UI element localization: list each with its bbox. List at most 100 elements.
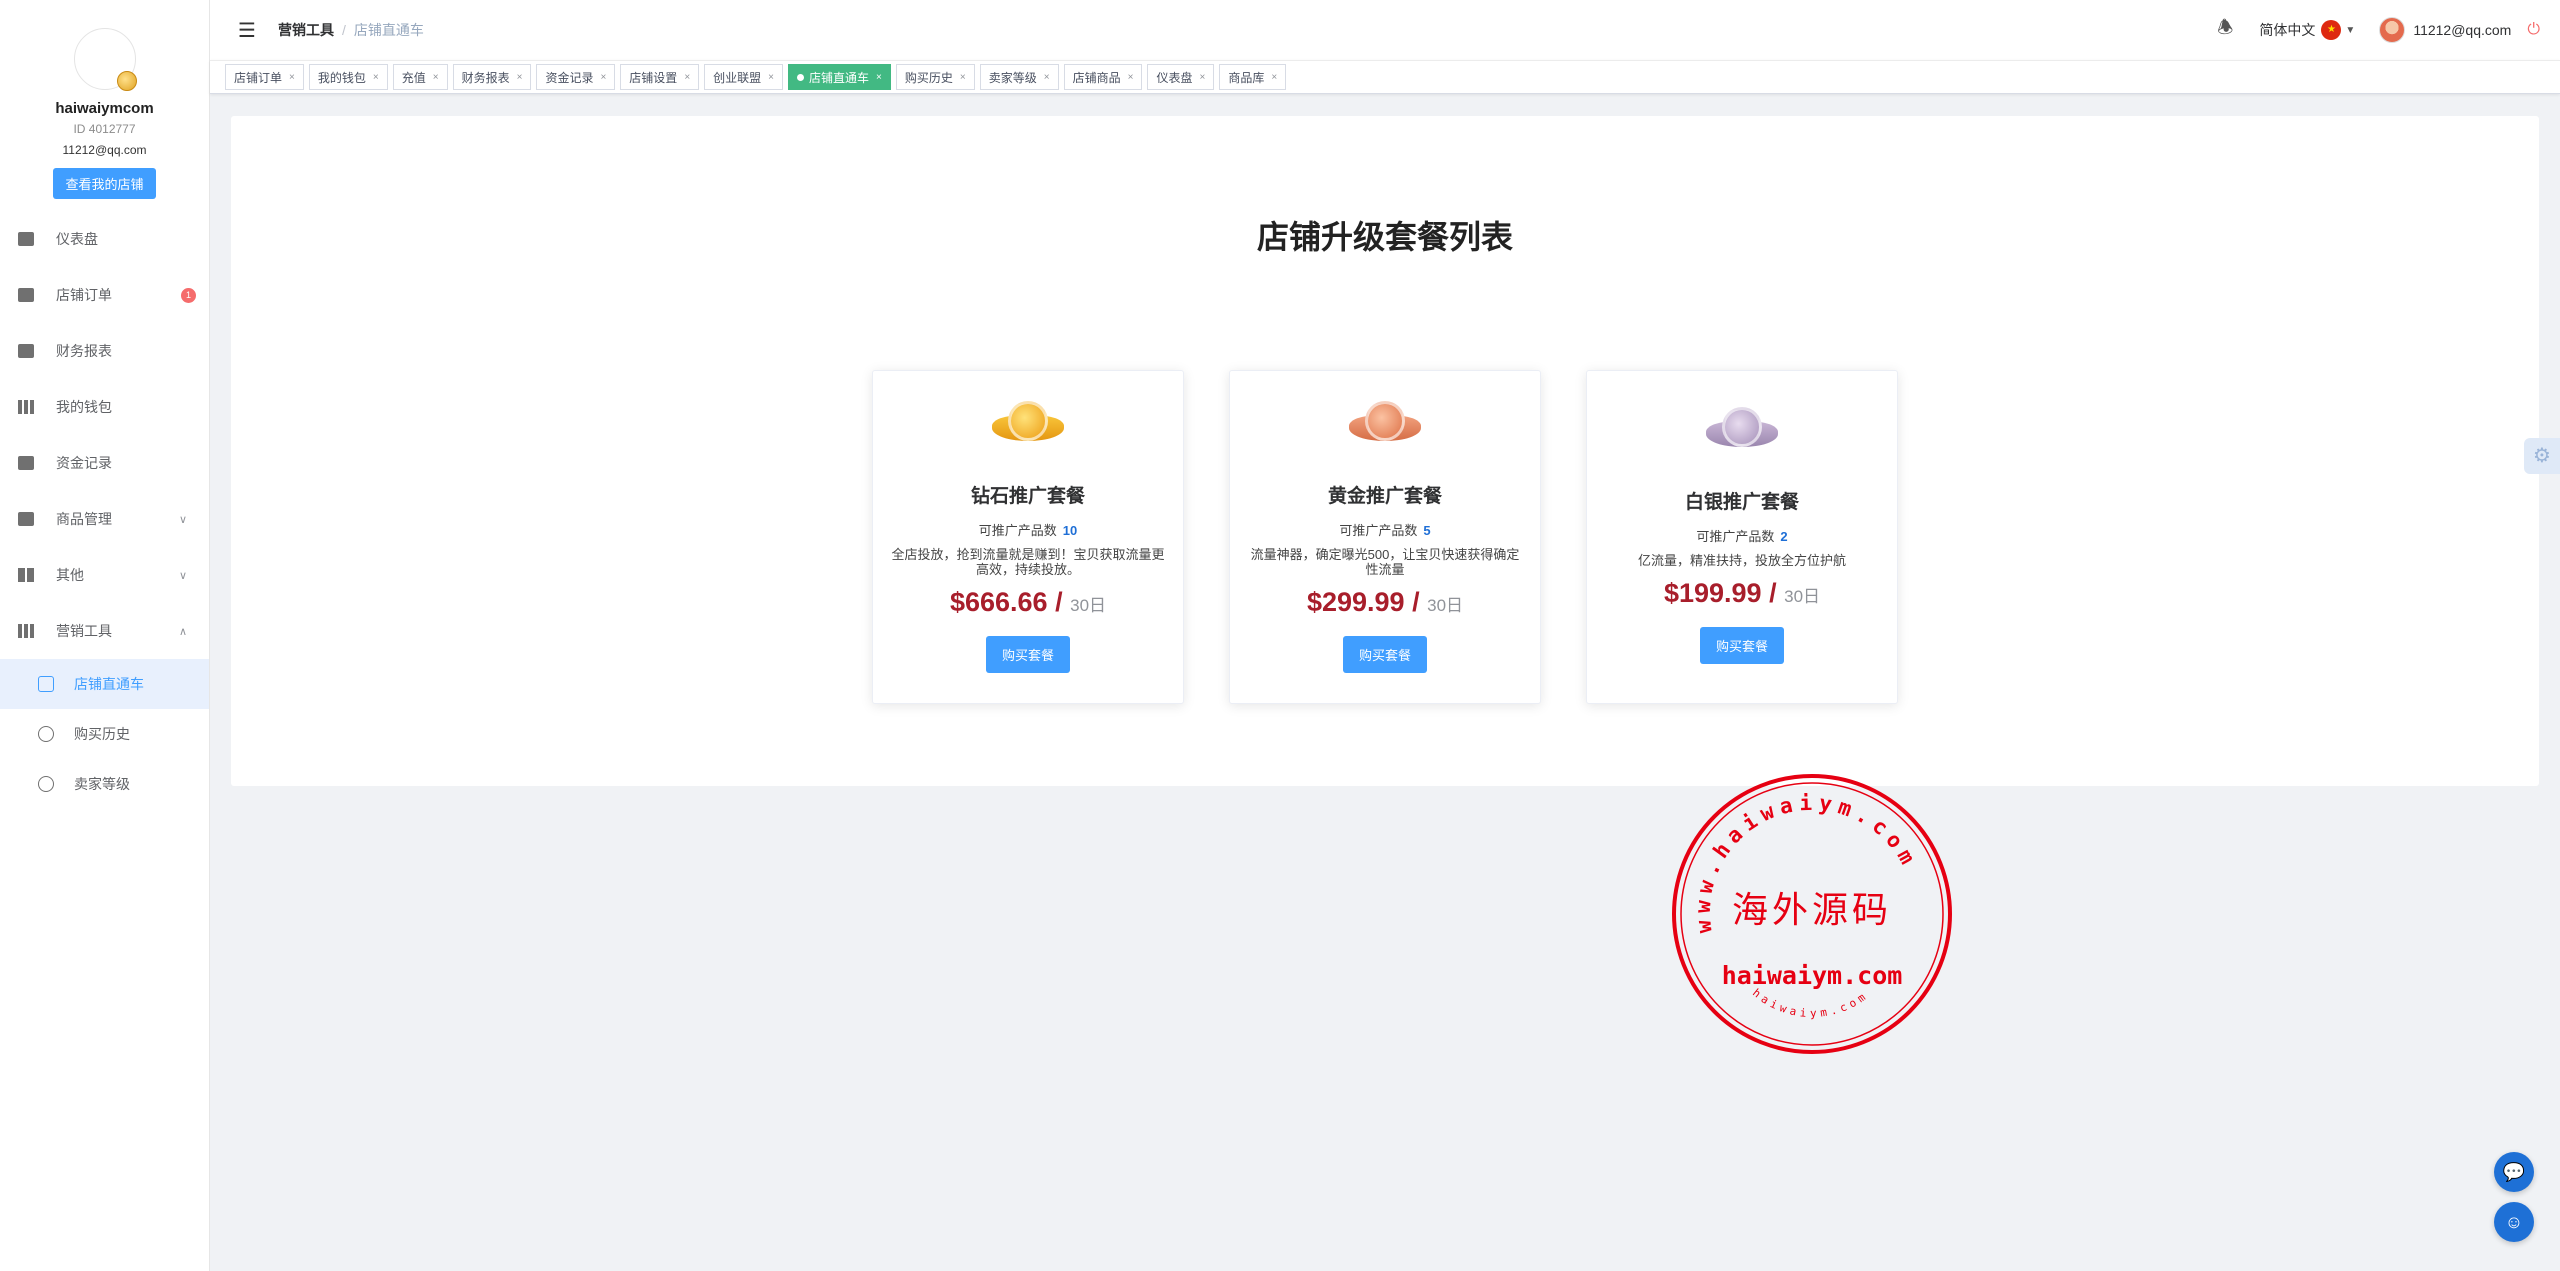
sidebar-item-label: 财务报表 xyxy=(56,343,112,359)
tag-3[interactable]: 财务报表 × xyxy=(452,64,532,90)
tag-0[interactable]: 店铺订单 × xyxy=(225,64,304,90)
breadcrumb-current: 店铺直通车 xyxy=(353,22,424,38)
power-icon[interactable]: ⏻ xyxy=(2527,21,2540,39)
close-icon[interactable]: × xyxy=(373,72,379,83)
sidebar-subitem-history[interactable]: 购买历史 xyxy=(0,709,209,759)
sidebar-item-label: 仪表盘 xyxy=(56,231,98,247)
tag-9[interactable]: 卖家等级 × xyxy=(979,64,1059,90)
sidebar-item-funds[interactable]: 资金记录 xyxy=(0,435,209,491)
silver-medal-icon xyxy=(1706,407,1778,463)
sidebar-item-dashboard[interactable]: 仪表盘 xyxy=(0,211,209,267)
close-icon[interactable]: × xyxy=(1128,72,1134,83)
sidebar-item-orders[interactable]: 店铺订单 1 xyxy=(0,267,209,323)
user-avatar[interactable] xyxy=(2379,17,2406,43)
chevron-up-icon: ∧ xyxy=(178,625,187,638)
chevron-down-icon: ∨ xyxy=(178,569,187,582)
close-icon[interactable]: × xyxy=(433,72,439,83)
stamp-center-text: 海外源码 xyxy=(1732,890,1892,931)
gold-medal-icon xyxy=(992,401,1064,457)
plan-card-silver: 白银推广套餐 可推广产品数 2 亿流量，精准扶持，投放全方位护航 $199.99 … xyxy=(1586,370,1898,704)
sidebar-item-products[interactable]: 商品管理 ∨ xyxy=(0,491,209,547)
sidebar-item-label: 我的钱包 xyxy=(56,399,112,415)
user-email[interactable]: 11212@qq.com xyxy=(2413,22,2511,38)
close-icon[interactable]: × xyxy=(960,72,966,83)
bell-icon[interactable]: 🕭 xyxy=(2217,15,2233,45)
close-icon[interactable]: × xyxy=(289,72,295,83)
clipboard-icon xyxy=(18,288,34,302)
chat-bubble-icon[interactable]: 💬 xyxy=(2494,1152,2534,1192)
tag-12[interactable]: 商品库 × xyxy=(1219,64,1287,90)
tag-label: 财务报表 xyxy=(461,70,510,85)
close-icon[interactable]: × xyxy=(600,72,606,83)
sidebar-item-label: 商品管理 xyxy=(56,511,112,527)
settings-gear-icon[interactable]: ⚙ xyxy=(2524,438,2560,474)
plan-card-gold: 黄金推广套餐 可推广产品数 5 流量神器，确定曝光500，让宝贝快速获得确定性流量… xyxy=(1229,370,1541,704)
plan-description: 流量神器，确定曝光500，让宝贝快速获得确定性流量 xyxy=(1250,547,1520,577)
close-icon[interactable]: × xyxy=(876,72,882,83)
tag-4[interactable]: 资金记录 × xyxy=(536,64,616,90)
tag-11[interactable]: 仪表盘 × xyxy=(1147,64,1215,90)
tag-7[interactable]: 店铺直通车 × xyxy=(788,64,891,90)
sidebar: haiwaiymcom ID 4012777 11212@qq.com 查看我的… xyxy=(0,0,210,1271)
active-dot-icon xyxy=(797,73,805,81)
sidebar-item-wallet[interactable]: 我的钱包 xyxy=(0,379,209,435)
caret-down-icon[interactable]: ▼ xyxy=(2345,25,2355,36)
language-selector[interactable]: 简体中文 xyxy=(2259,20,2315,40)
plan-name: 黄金推广套餐 xyxy=(1327,486,1442,507)
tag-5[interactable]: 店铺设置 × xyxy=(620,64,700,90)
plan-product-count: 可推广产品数 5 xyxy=(1339,523,1431,538)
plan-name: 钻石推广套餐 xyxy=(970,486,1085,507)
view-my-shop-button[interactable]: 查看我的店铺 xyxy=(53,168,156,199)
sidebar-menu: 仪表盘 店铺订单 1 财务报表 我的钱包 资金记录 商品管理 ∨ 其他 ∨ 营销… xyxy=(0,211,209,809)
sidebar-item-label: 营销工具 xyxy=(56,623,112,639)
sidebar-subitem-express[interactable]: 店铺直通车 xyxy=(0,659,209,709)
tag-1[interactable]: 我的钱包 × xyxy=(308,64,388,90)
breadcrumb-parent[interactable]: 营销工具 xyxy=(278,22,334,38)
avatar[interactable] xyxy=(73,28,137,91)
profile-id: ID 4012777 xyxy=(73,122,136,136)
header-actions: 🕭 简体中文 ★ ▼ 11212@qq.com ⏻ xyxy=(2217,0,2540,60)
plan-description: 亿流量，精准扶持，投放全方位护航 xyxy=(1637,553,1846,568)
sidebar-item-finance[interactable]: 财务报表 xyxy=(0,323,209,379)
close-icon[interactable]: × xyxy=(1044,72,1050,83)
chevron-down-icon: ∨ xyxy=(178,513,187,526)
sidebar-item-label: 店铺直通车 xyxy=(74,676,144,692)
buy-plan-button[interactable]: 购买套餐 xyxy=(1342,636,1427,673)
stamp-domain-text: haiwaiym.com xyxy=(1722,961,1903,990)
orders-count-badge: 1 xyxy=(181,288,196,303)
tag-10[interactable]: 店铺商品 × xyxy=(1063,64,1143,90)
top-header: ☰ 营销工具 / 店铺直通车 🕭 简体中文 ★ ▼ 11212@qq.com ⏻ xyxy=(210,0,2560,60)
sidebar-item-label: 购买历史 xyxy=(74,726,130,742)
tag-label: 店铺直通车 xyxy=(809,70,870,85)
svg-text:haiwaiym.com: haiwaiym.com xyxy=(1750,986,1871,1020)
sidebar-item-marketing[interactable]: 营销工具 ∧ xyxy=(0,603,209,659)
tag-label: 商品库 xyxy=(1228,70,1265,85)
main-content-card: 店铺升级套餐列表 钻石推广套餐 可推广产品数 10 全店投放，抢到流量就是赚到！宝… xyxy=(231,116,2539,786)
close-icon[interactable]: × xyxy=(684,72,690,83)
buy-plan-button[interactable]: 购买套餐 xyxy=(985,636,1070,673)
tags-view: 店铺订单 × 我的钱包 × 充值 × 财务报表 × 资金记录 × 店铺设置 × 创业联盟 × 店铺直通车 × 购… xyxy=(210,60,2560,94)
close-icon[interactable]: × xyxy=(517,72,523,83)
plan-price: $666.66 / 30日 xyxy=(949,587,1107,617)
sidebar-subitem-seller-level[interactable]: 卖家等级 xyxy=(0,759,209,809)
china-flag-icon[interactable]: ★ xyxy=(2321,20,2342,40)
plan-card-diamond: 钻石推广套餐 可推广产品数 10 全店投放，抢到流量就是赚到！宝贝获取流量更高效，… xyxy=(872,370,1184,704)
tag-2[interactable]: 充值 × xyxy=(392,64,448,90)
close-icon[interactable]: × xyxy=(1199,72,1205,83)
tag-8[interactable]: 购买历史 × xyxy=(895,64,975,90)
truck-icon xyxy=(38,676,54,692)
tag-6[interactable]: 创业联盟 × xyxy=(704,64,784,90)
tag-label: 充值 xyxy=(401,70,426,85)
sidebar-item-other[interactable]: 其他 ∨ xyxy=(0,547,209,603)
plan-price: $199.99 / 30日 xyxy=(1663,578,1821,608)
wallet-icon xyxy=(18,400,34,414)
plan-product-count: 可推广产品数 2 xyxy=(1696,529,1788,544)
close-icon[interactable]: × xyxy=(1271,72,1277,83)
menu-toggle-icon[interactable]: ☰ xyxy=(238,18,260,43)
profile-panel: haiwaiymcom ID 4012777 11212@qq.com 查看我的… xyxy=(0,0,209,199)
customer-service-icon[interactable]: ☺ xyxy=(2494,1202,2534,1242)
level-up-icon xyxy=(38,776,54,792)
buy-plan-button[interactable]: 购买套餐 xyxy=(1699,627,1784,664)
plan-name: 白银推广套餐 xyxy=(1684,492,1799,513)
close-icon[interactable]: × xyxy=(768,72,774,83)
